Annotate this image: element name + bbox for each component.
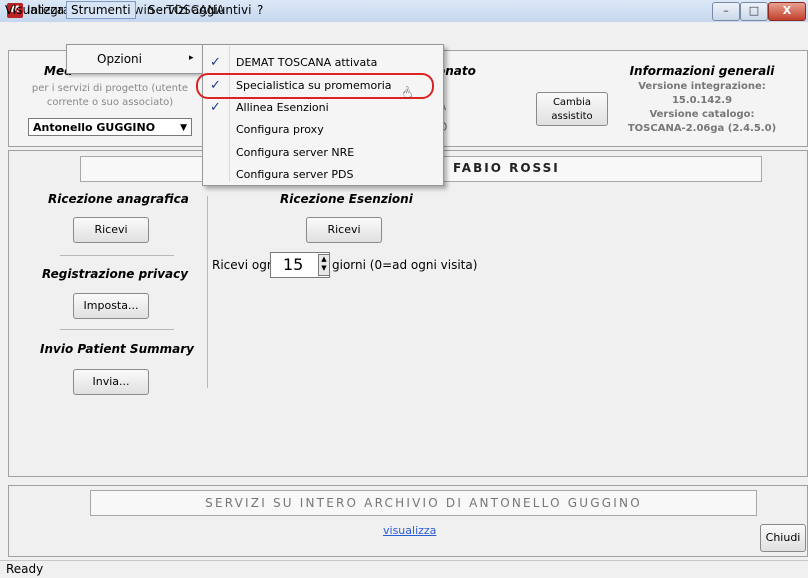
highlight-annotation — [196, 73, 434, 99]
invia-patient-summary-button[interactable]: Invia... — [73, 369, 149, 395]
menu-item-configura-server-nre[interactable]: Configura server NRE — [236, 146, 354, 159]
ricevi-esenzioni-button[interactable]: Ricevi — [306, 217, 382, 243]
chevron-down-icon[interactable]: ▼ — [180, 119, 187, 137]
ricezione-anagrafica-title: Ricezione anagrafica — [48, 192, 189, 206]
spinner-arrows-icon[interactable]: ▲ ▼ — [318, 254, 330, 276]
user-select-value: Antonello GUGGINO — [33, 121, 156, 134]
status-text: Ready — [6, 562, 44, 576]
vertical-divider — [207, 196, 208, 388]
menu-item-demat-toscana[interactable]: DEMAT TOSCANA attivata — [236, 56, 377, 69]
version-integrazione-label: Versione integrazione: — [638, 81, 766, 92]
version-catalogo-label: Versione catalogo: — [649, 109, 755, 120]
user-select[interactable]: Antonello GUGGINO ▼ — [28, 118, 192, 136]
menu-help[interactable]: ? — [253, 2, 267, 18]
menu-item-opzioni[interactable]: Opzioni — [97, 52, 142, 66]
info-title: Informazioni generali — [629, 64, 775, 78]
version-catalogo-value: TOSCANA-2.06ga (2.4.5.0) — [627, 123, 777, 134]
menu-item-allinea-esenzioni[interactable]: Allinea Esenzioni — [236, 101, 329, 114]
chiudi-button[interactable]: Chiudi — [760, 524, 806, 552]
ricevi-anagrafica-button[interactable]: Ricevi — [73, 217, 149, 243]
imposta-privacy-button[interactable]: Imposta... — [73, 293, 149, 319]
menu-strumenti[interactable]: Strumenti — [66, 1, 136, 19]
cambia-assistito-button[interactable]: Cambia assistito — [536, 92, 608, 126]
archive-banner: SERVIZI SU INTERO ARCHIVIO DI ANTONELLO … — [90, 490, 757, 516]
menu-item-configura-proxy[interactable]: Configura proxy — [236, 123, 324, 136]
menu-servizi-aggiuntivi[interactable]: Servizi aggiuntivi — [144, 2, 255, 18]
version-integrazione-value: 15.0.142.9 — [671, 95, 733, 106]
menu-item-configura-server-pds[interactable]: Configura server PDS — [236, 168, 353, 181]
check-icon: ✓ — [210, 55, 221, 70]
visualizza-link[interactable]: visualizza — [383, 524, 436, 537]
menu-visualizza[interactable]: Visualizza — [1, 2, 68, 18]
ricezione-esenzioni-title: Ricezione Esenzioni — [280, 192, 413, 206]
giorni-label: giorni (0=ad ogni visita) — [332, 258, 478, 272]
check-icon: ✓ — [210, 100, 221, 115]
medico-description: per i servizi di progetto (utente corren… — [31, 83, 189, 108]
submenu-arrow-icon: ▸ — [189, 53, 194, 63]
submenu-gutter — [229, 46, 230, 182]
divider — [60, 329, 174, 330]
invio-patient-summary-title: Invio Patient Summary — [40, 342, 194, 356]
menu-bar — [0, 22, 808, 43]
maximize-button[interactable]: □ — [740, 2, 768, 21]
version-info: Versione integrazione: 15.0.142.9 Versio… — [612, 80, 792, 136]
patient-name: : FABIO ROSSI — [440, 161, 560, 175]
divider — [60, 255, 174, 256]
status-bar — [0, 560, 808, 578]
registrazione-privacy-title: Registrazione privacy — [42, 267, 189, 281]
minimize-button[interactable]: – — [712, 2, 740, 21]
close-button[interactable]: X — [768, 2, 806, 21]
ricevi-ogni-label: Ricevi ogni — [212, 258, 278, 272]
